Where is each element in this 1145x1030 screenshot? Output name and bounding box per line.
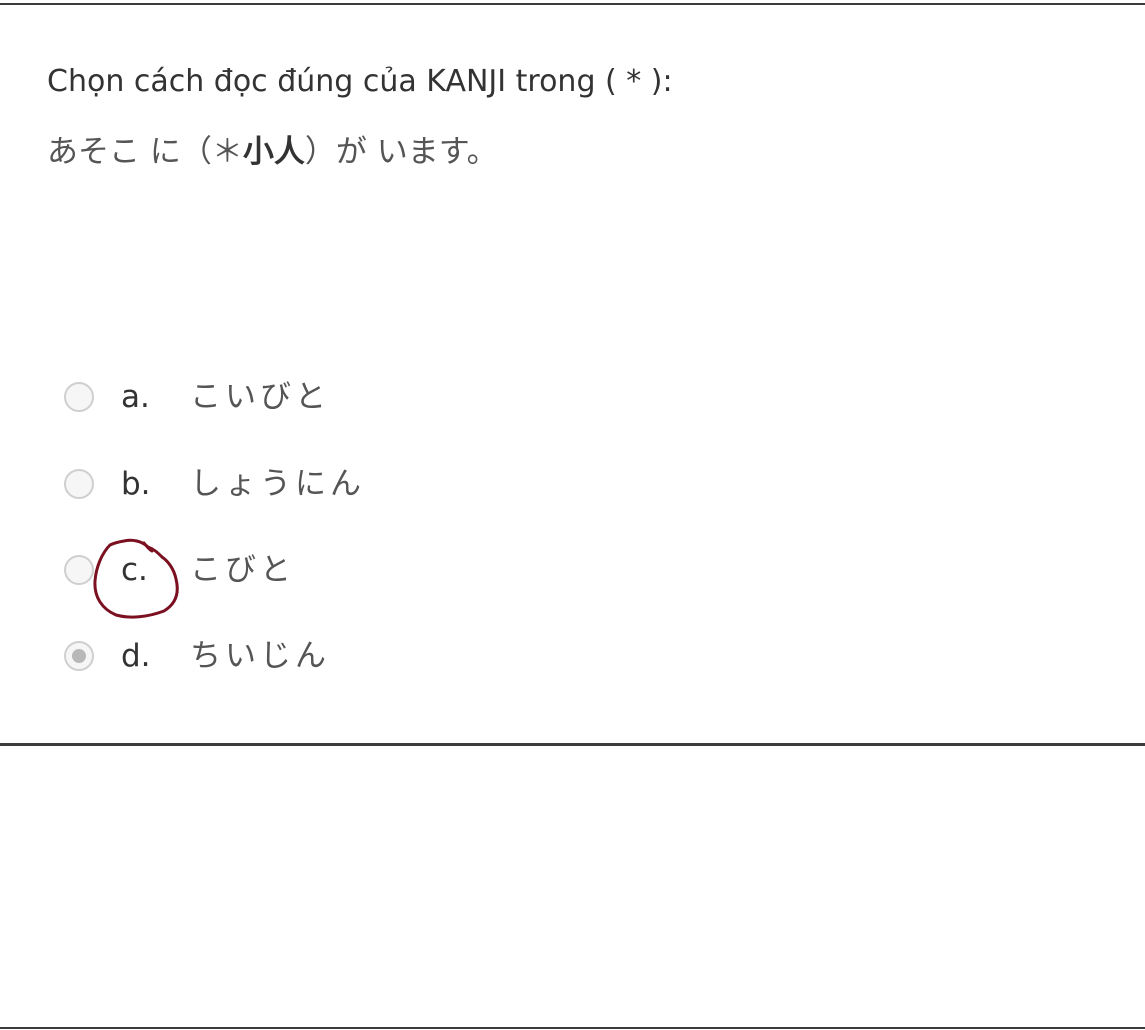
sentence-before: あそこ に（＊	[47, 134, 243, 170]
question-prompt: Chọn cách đọc đúng của KANJI trong ( * )…	[47, 64, 673, 99]
bottom-divider	[0, 1027, 1145, 1029]
choice-text: こびと	[190, 552, 295, 588]
choice-text: ちいじん	[190, 638, 330, 674]
radio-button[interactable]	[64, 382, 94, 412]
sentence-after: ）が います。	[304, 134, 498, 170]
choice-letter: d.	[121, 638, 151, 674]
choice-text: こいびと	[190, 379, 330, 415]
choice-letter: a.	[121, 379, 150, 415]
radio-button-selected[interactable]	[64, 641, 94, 671]
section-divider	[0, 743, 1145, 746]
choice-d[interactable]: d. ちいじん	[64, 635, 484, 679]
question-sentence: あそこ に（＊小人）が います。	[47, 132, 498, 172]
hand-drawn-circle-annotation	[93, 538, 179, 619]
choice-b[interactable]: b. しょうにん	[64, 463, 484, 507]
choice-letter: b.	[121, 466, 151, 502]
top-divider	[0, 3, 1145, 5]
choice-a[interactable]: a. こいびと	[64, 376, 484, 420]
target-kanji: 小人	[242, 134, 305, 170]
radio-button[interactable]	[64, 469, 94, 499]
choice-text: しょうにん	[190, 466, 365, 502]
